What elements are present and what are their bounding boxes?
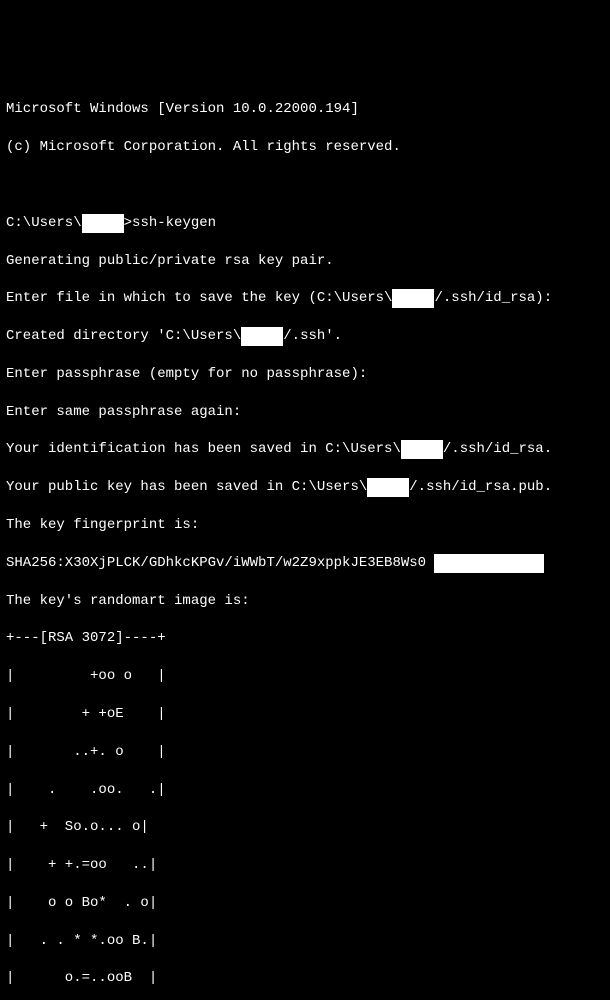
- randomart-row: | + +oE |: [6, 705, 604, 724]
- output-enter-file: Enter file in which to save the key (C:\…: [6, 289, 604, 308]
- prompt-prefix: C:\Users\: [6, 215, 82, 231]
- copyright-line: (c) Microsoft Corporation. All rights re…: [6, 138, 604, 157]
- entered-command: ssh-keygen: [132, 215, 216, 231]
- prompt-suffix: >: [124, 215, 132, 231]
- output-fingerprint: SHA256:X30XjPLCK/GDhkcKPGv/iWWbT/w2Z9xpp…: [6, 554, 604, 573]
- randomart-row: | o o Bo* . o|: [6, 894, 604, 913]
- redacted-username: XXXXX: [392, 289, 434, 308]
- version-line: Microsoft Windows [Version 10.0.22000.19…: [6, 100, 604, 119]
- randomart-row: | . .oo. .|: [6, 781, 604, 800]
- redacted-username: XXXXX: [241, 327, 283, 346]
- redacted-host: XXXXXXXXXXXXX: [434, 554, 543, 573]
- output-passphrase-again: Enter same passphrase again:: [6, 403, 604, 422]
- redacted-username: XXXXX: [367, 478, 409, 497]
- randomart-row: | ..+. o |: [6, 743, 604, 762]
- output-pubkey-saved: Your public key has been saved in C:\Use…: [6, 478, 604, 497]
- randomart-row: | +oo o |: [6, 667, 604, 686]
- output-generating: Generating public/private rsa key pair.: [6, 252, 604, 271]
- terminal-output: Microsoft Windows [Version 10.0.22000.19…: [6, 82, 604, 570]
- randomart-row: | . . * *.oo B.|: [6, 932, 604, 951]
- redacted-username: XXXXX: [82, 214, 124, 233]
- output-id-saved: Your identification has been saved in C:…: [6, 440, 604, 459]
- randomart-row: | + So.o... o|: [6, 818, 604, 837]
- randomart-row: | o.=..ooB |: [6, 969, 604, 988]
- output-passphrase: Enter passphrase (empty for no passphras…: [6, 365, 604, 384]
- redacted-username: XXXXX: [401, 440, 443, 459]
- output-created-dir: Created directory 'C:\Users\XXXXX/.ssh'.: [6, 327, 604, 346]
- output-randomart-label: The key's randomart image is:: [6, 592, 604, 611]
- prompt-command-line: C:\Users\XXXXX>ssh-keygen: [6, 214, 604, 233]
- randomart-row: +---[RSA 3072]----+: [6, 629, 604, 648]
- output-fingerprint-label: The key fingerprint is:: [6, 516, 604, 535]
- randomart-row: | + +.=oo ..|: [6, 856, 604, 875]
- blank-line: [6, 176, 604, 195]
